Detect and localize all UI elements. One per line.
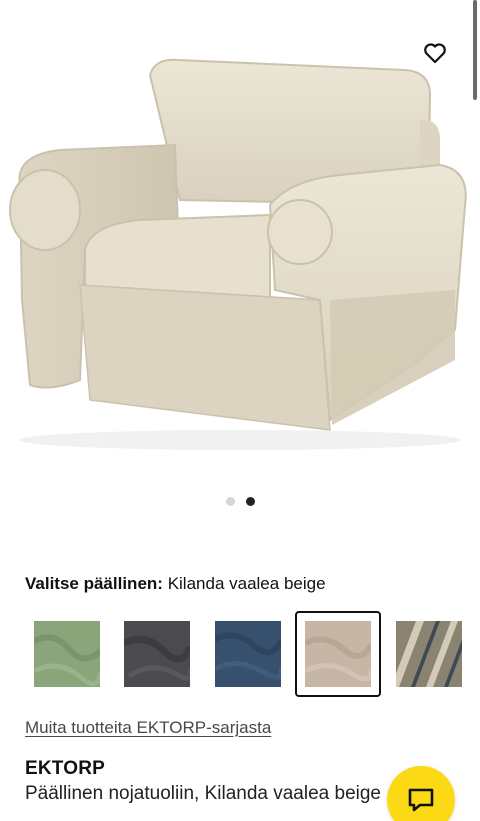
fabric-swatch-image [215, 621, 281, 687]
cover-swatch-green[interactable] [24, 611, 110, 697]
fabric-swatch-image [34, 621, 100, 687]
cover-swatch-light-beige[interactable] [295, 611, 381, 697]
chat-button[interactable] [387, 766, 455, 821]
series-products-link[interactable]: Muita tuotteita EKTORP-sarjasta [25, 718, 271, 738]
cover-swatch-blue[interactable] [205, 611, 291, 697]
product-description: Päällinen nojatuoliin, Kilanda vaalea be… [25, 783, 381, 804]
cover-label-key: Valitse päällinen: [25, 574, 163, 593]
carousel-dot-2[interactable] [245, 497, 255, 506]
fabric-swatch-image [124, 621, 190, 687]
cover-swatch-dark-grey[interactable] [114, 611, 200, 697]
fabric-swatch-image [305, 621, 371, 687]
cover-selection-label: Valitse päällinen: Kilanda vaalea beige [25, 573, 326, 595]
cover-swatch-list [24, 611, 480, 697]
product-page: Valitse päällinen: Kilanda vaalea beige [0, 0, 480, 821]
heart-outline-icon [424, 43, 446, 64]
product-series-name: EKTORP [25, 758, 106, 779]
armchair-illustration [9, 58, 467, 450]
carousel-indicator [0, 497, 480, 506]
cover-label-value: Kilanda vaalea beige [167, 574, 326, 593]
fabric-swatch-image [396, 621, 462, 687]
scrollbar[interactable] [473, 0, 477, 100]
favorite-button[interactable] [420, 38, 450, 68]
carousel-dot-1[interactable] [225, 497, 235, 506]
product-image[interactable] [0, 0, 480, 480]
cover-swatch-striped[interactable] [386, 611, 472, 697]
chat-bubble-icon [408, 788, 434, 812]
